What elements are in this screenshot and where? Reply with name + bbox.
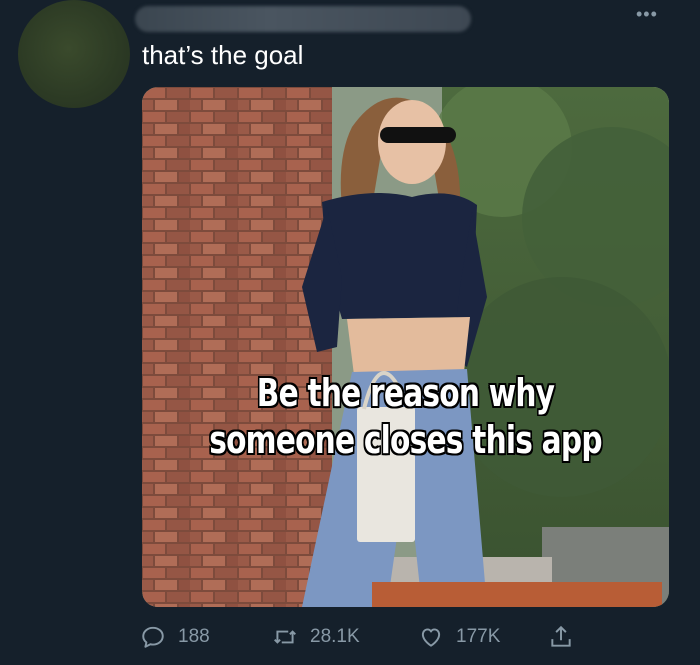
reply-button[interactable]: 188 bbox=[140, 620, 210, 654]
reply-count: 188 bbox=[178, 626, 210, 647]
like-button[interactable]: 177K bbox=[418, 620, 500, 654]
redacted-author-name bbox=[135, 6, 471, 32]
heart-icon bbox=[421, 628, 441, 647]
tweet: ••• that’s the goal Be the reason why so… bbox=[0, 0, 700, 665]
meme-caption-line1: Be the reason why bbox=[256, 371, 555, 415]
share-button[interactable] bbox=[548, 620, 574, 654]
photo bbox=[142, 87, 669, 607]
retweet-button[interactable]: 28.1K bbox=[272, 620, 360, 654]
tweet-media[interactable]: Be the reason why someone closes this ap… bbox=[142, 87, 669, 607]
more-horizontal-icon[interactable]: ••• bbox=[636, 5, 658, 23]
like-count: 177K bbox=[456, 626, 501, 647]
tweet-text: that’s the goal bbox=[142, 40, 304, 70]
retweet-icon bbox=[274, 630, 296, 644]
tweet-actions: 188 28.1K 177K bbox=[0, 620, 700, 654]
share-icon bbox=[551, 625, 571, 647]
retweet-count: 28.1K bbox=[310, 626, 360, 647]
avatar[interactable] bbox=[18, 0, 130, 108]
reply-icon bbox=[142, 626, 164, 648]
meme-caption-line2: someone closes this app bbox=[209, 418, 602, 462]
